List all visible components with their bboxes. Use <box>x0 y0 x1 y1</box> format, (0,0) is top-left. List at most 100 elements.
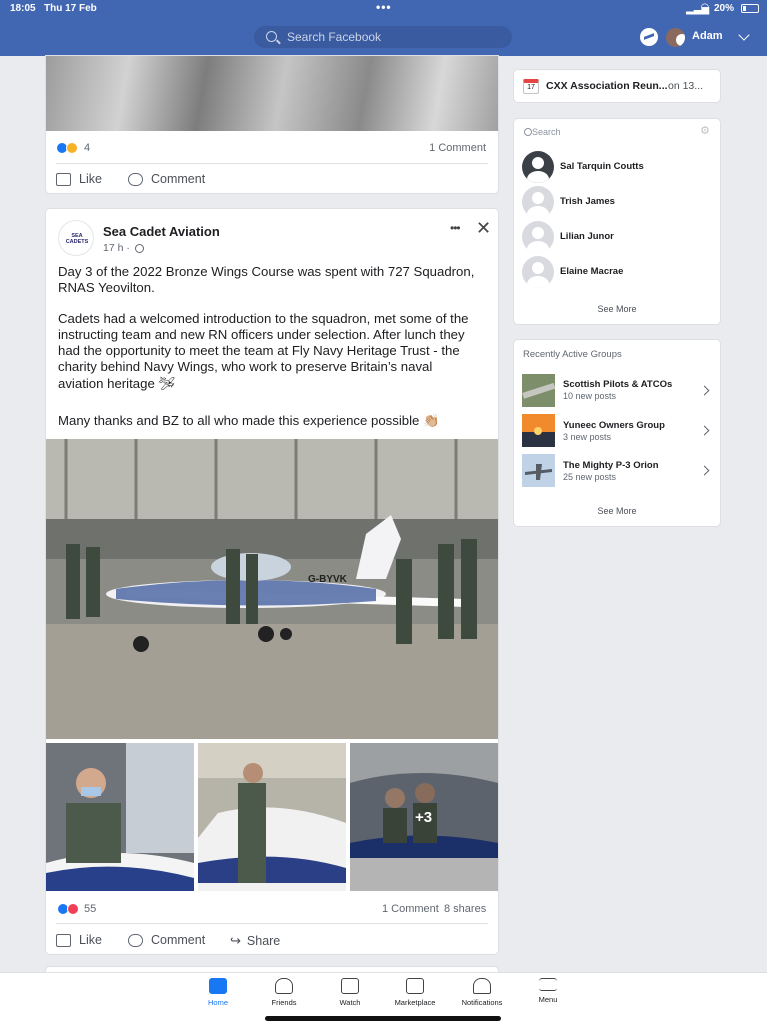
comment-button[interactable]: Comment <box>128 933 205 947</box>
account-menu-chevron-icon[interactable] <box>738 29 750 41</box>
post-text-line: Many thanks and BZ to all who made this … <box>58 413 440 428</box>
contacts-panel: Search ⚙ Sal Tarquin Coutts Trish James … <box>514 119 720 324</box>
like-button[interactable]: Like <box>56 933 102 947</box>
nav-notifications[interactable]: Notifications <box>452 978 512 1007</box>
group-thumbnail <box>522 414 555 447</box>
contact-name[interactable]: Trish James <box>560 196 615 207</box>
page-name[interactable]: Sea Cadet Aviation <box>103 224 220 239</box>
nav-watch[interactable]: Watch <box>320 978 380 1007</box>
photo-cadet-standing[interactable] <box>198 743 346 891</box>
nav-label: Home <box>207 998 228 1007</box>
post-text-line: RNAS Yeovilton. <box>58 280 155 295</box>
comment-icon <box>128 172 143 186</box>
group-activity: 10 new posts <box>563 391 617 401</box>
watch-icon <box>341 978 359 994</box>
divider <box>56 923 488 924</box>
avatar[interactable] <box>522 256 554 288</box>
contact-name[interactable]: Elaine Macrae <box>560 266 623 277</box>
event-when: on 13... <box>668 80 704 92</box>
groups-title: Recently Active Groups <box>523 349 622 360</box>
nav-marketplace[interactable]: Marketplace <box>385 978 445 1007</box>
group-name: The Mighty P-3 Orion <box>563 460 659 471</box>
comment-label: Comment <box>151 172 206 186</box>
reaction-count[interactable]: 55 <box>84 903 96 915</box>
post-text-line: Cadets had a welcomed introduction to th… <box>58 311 469 326</box>
search-icon <box>266 31 277 42</box>
contacts-search-input[interactable]: Search <box>532 127 561 137</box>
multitask-dots-icon[interactable]: ••• <box>376 0 392 14</box>
post-time[interactable]: 17 h · <box>103 242 130 254</box>
share-icon: ↪ <box>230 933 241 948</box>
thumbs-up-icon <box>56 933 71 947</box>
post-text-line: charity behind Navy Wings, who work to p… <box>58 359 433 374</box>
chevron-right-icon <box>699 385 710 396</box>
love-reaction-icon <box>67 903 79 915</box>
thumbs-up-icon <box>56 172 71 186</box>
contact-name[interactable]: Lilian Junor <box>560 231 614 242</box>
group-row[interactable]: Yuneec Owners Group 3 new posts <box>514 414 720 448</box>
close-icon[interactable]: ✕ <box>476 219 491 237</box>
friends-icon <box>275 978 293 994</box>
divider <box>56 163 488 164</box>
page-logo[interactable]: SEA CADETS <box>58 220 94 256</box>
search-placeholder: Search Facebook <box>287 30 382 44</box>
group-row[interactable]: Scottish Pilots & ATCOs 10 new posts <box>514 374 720 408</box>
see-more-groups[interactable]: See More <box>514 506 720 516</box>
post-text-line: Day 3 of the 2022 Bronze Wings Course wa… <box>58 264 475 279</box>
more-photos-count[interactable]: +3 <box>415 809 432 826</box>
nav-home[interactable]: Home <box>188 978 248 1007</box>
group-thumbnail <box>522 374 555 407</box>
comment-button[interactable]: Comment <box>128 172 205 186</box>
avatar[interactable] <box>522 186 554 218</box>
more-options-icon[interactable]: ••• <box>450 221 461 235</box>
gear-icon[interactable]: ⚙ <box>700 124 710 137</box>
contact-name[interactable]: Sal Tarquin Coutts <box>560 161 644 172</box>
status-time: 18:05 <box>10 3 36 14</box>
like-label: Like <box>79 172 102 186</box>
globe-icon <box>135 244 144 253</box>
groups-panel: Recently Active Groups Scottish Pilots &… <box>514 340 720 526</box>
menu-icon <box>539 978 557 991</box>
battery-level: 20% <box>714 3 735 14</box>
comment-icon <box>128 933 143 947</box>
nav-menu[interactable]: Menu <box>518 978 578 1004</box>
calendar-icon: 17 <box>523 79 539 94</box>
post-text-line: had the opportunity to meet the team at … <box>58 343 460 358</box>
battery-icon <box>741 4 759 13</box>
user-name[interactable]: Adam <box>692 30 723 42</box>
avatar[interactable] <box>522 151 554 183</box>
comments-count[interactable]: 1 Comment <box>429 142 486 154</box>
user-avatar[interactable] <box>666 28 685 47</box>
see-more-contacts[interactable]: See More <box>514 304 720 314</box>
reaction-count[interactable]: 4 <box>84 142 90 154</box>
event-reminder[interactable]: 17 CXX Association Reun... on 13... <box>514 70 720 102</box>
page-logo-text: SEA CADETS <box>65 233 89 245</box>
share-button[interactable]: ↪ Share <box>230 933 280 949</box>
group-name: Yuneec Owners Group <box>563 420 665 431</box>
bottom-nav: Home Friends Watch Marketplace Notificat… <box>0 972 767 1024</box>
group-activity: 25 new posts <box>563 472 617 482</box>
search-input[interactable]: Search Facebook <box>254 26 512 48</box>
group-thumbnail <box>522 454 555 487</box>
group-row[interactable]: The Mighty P-3 Orion 25 new posts <box>514 454 720 488</box>
shares-count[interactable]: 8 shares <box>444 903 486 915</box>
messenger-icon[interactable] <box>640 28 658 46</box>
main-photo[interactable] <box>46 439 498 739</box>
nav-label: Marketplace <box>394 998 436 1007</box>
search-icon <box>524 128 532 136</box>
status-date: Thu 17 Feb <box>44 3 97 14</box>
group-name: Scottish Pilots & ATCOs <box>563 379 673 390</box>
previous-post-card: 4 1 Comment Like Comment <box>46 56 498 193</box>
like-button[interactable]: Like <box>56 172 102 186</box>
bell-icon <box>473 978 491 994</box>
comments-count[interactable]: 1 Comment <box>382 903 439 915</box>
chevron-right-icon <box>699 425 710 436</box>
photo-cadet-cockpit[interactable] <box>46 743 194 891</box>
like-label: Like <box>79 933 102 947</box>
nav-label: Menu <box>538 995 558 1004</box>
previous-post-photo[interactable] <box>46 56 498 131</box>
wifi-icon: ◠ <box>701 2 709 13</box>
home-indicator <box>265 1016 501 1021</box>
nav-friends[interactable]: Friends <box>254 978 314 1007</box>
avatar[interactable] <box>522 221 554 253</box>
